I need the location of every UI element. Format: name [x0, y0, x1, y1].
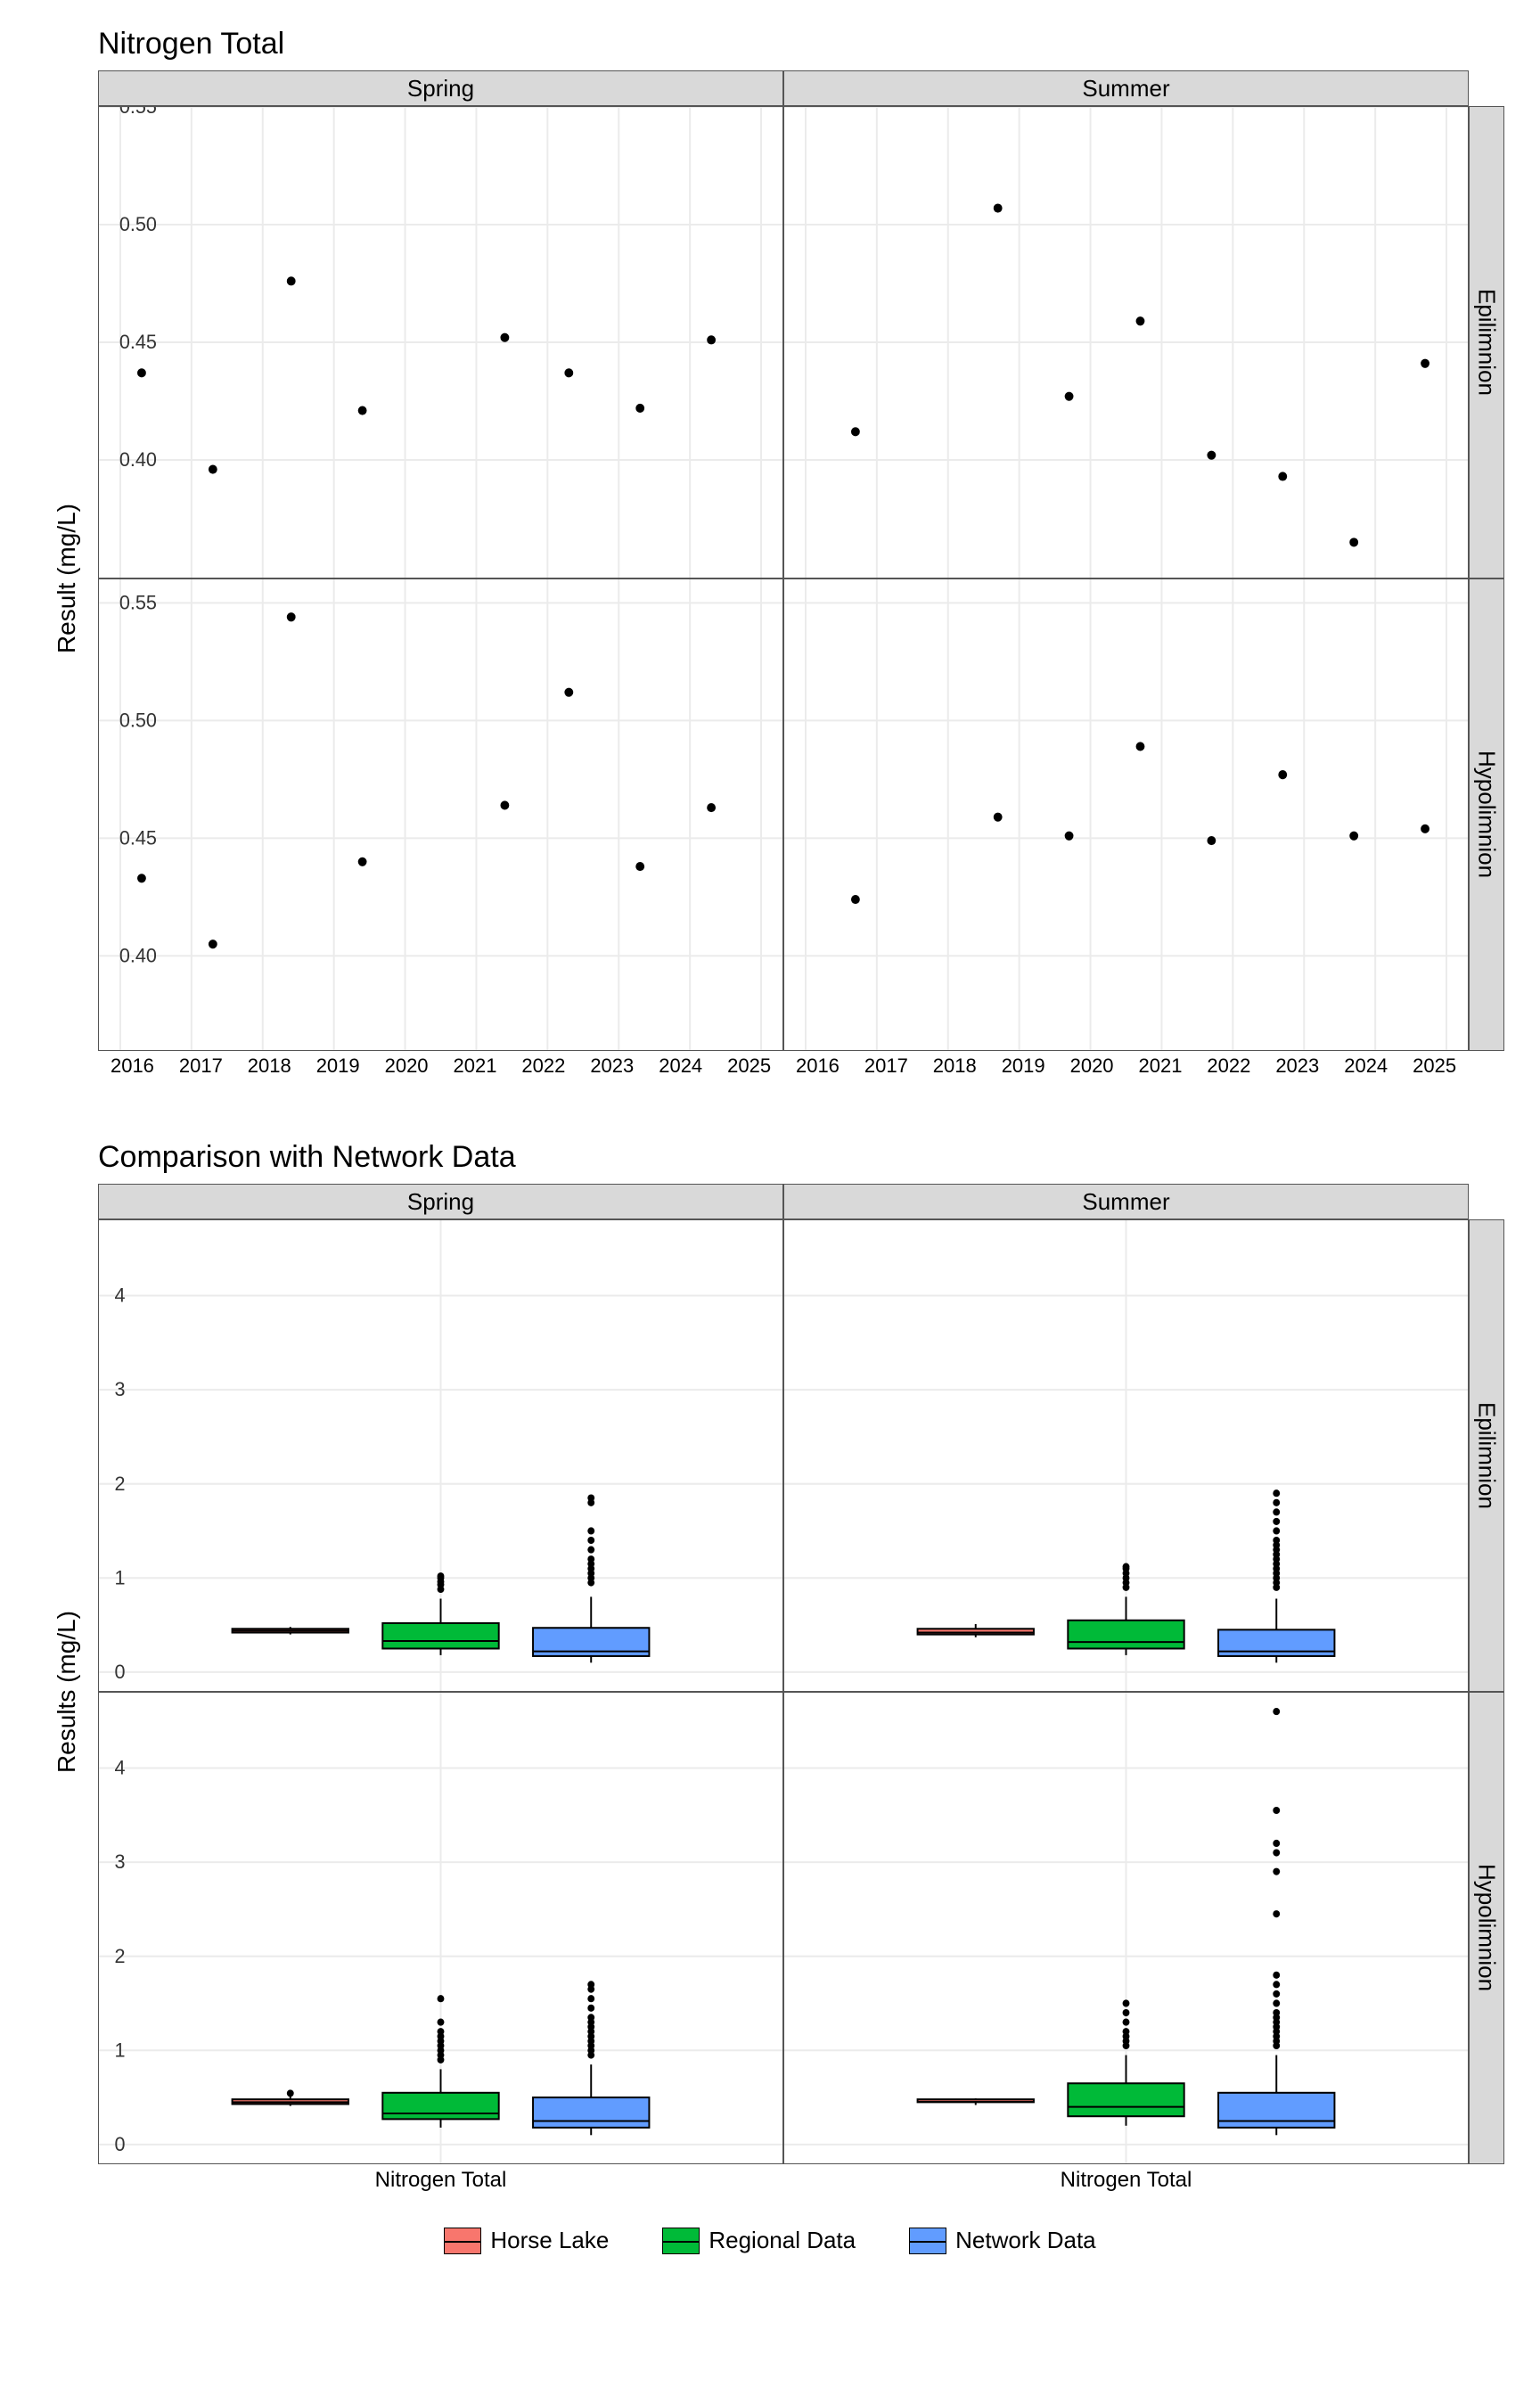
box-xaxis-spring: Nitrogen Total: [98, 2164, 783, 2200]
svg-text:1: 1: [114, 1566, 125, 1588]
legend-key-regional: Regional Data: [662, 2227, 856, 2254]
svg-text:0.50: 0.50: [119, 709, 157, 731]
box-col-strip-summer: Summer: [783, 1184, 1469, 1219]
svg-text:0.45: 0.45: [119, 826, 157, 849]
box-facet-grid: Spring Summer Results (mg/L) 0 1 2 3 4 Epili…: [36, 1184, 1504, 2200]
svg-text:0.40: 0.40: [119, 448, 157, 471]
legend-label-horse-lake: Horse Lake: [490, 2227, 609, 2254]
scatter-xaxis-summer: 2016201720182019202020212022202320242025: [783, 1051, 1469, 1087]
scatter-panel-summer-hypo: [783, 578, 1469, 1051]
legend-swatch-horse-lake: [444, 2228, 481, 2254]
legend-swatch-network: [909, 2228, 946, 2254]
scatter-xaxis-spring: 2016201720182019202020212022202320242025: [98, 1051, 783, 1087]
box-row-strip-hypo: Hypolimnion: [1469, 1692, 1504, 2164]
svg-text:3: 3: [114, 1378, 125, 1400]
box-panel-spring-epi: 0 1 2 3 4: [98, 1219, 783, 1692]
box-panel-summer-hypo: [783, 1692, 1469, 2164]
svg-text:4: 4: [114, 1284, 125, 1306]
svg-text:0.55: 0.55: [119, 591, 157, 613]
svg-text:0.40: 0.40: [119, 944, 157, 966]
scatter-panel-spring-hypo: 0.40 0.45 0.50 0.55: [98, 578, 783, 1051]
box-xaxis-summer: Nitrogen Total: [783, 2164, 1469, 2200]
svg-text:2: 2: [114, 1944, 125, 1966]
svg-text:4: 4: [114, 1756, 125, 1778]
box-col-strip-spring: Spring: [98, 1184, 783, 1219]
box-panel-summer-epi: [783, 1219, 1469, 1692]
box-panel-spring-hypo: 0 1 2 3 4: [98, 1692, 783, 2164]
box-yaxis-label: Results (mg/L): [53, 1611, 81, 1773]
scatter-panel-spring-epi: 0.40 0.45 0.50 0.55: [98, 106, 783, 578]
scatter-panel-summer-epi: [783, 106, 1469, 578]
box-title: Comparison with Network Data: [98, 1140, 1504, 1175]
legend-swatch-regional: [662, 2228, 700, 2254]
col-strip-spring: Spring: [98, 70, 783, 106]
svg-text:0.50: 0.50: [119, 213, 157, 235]
svg-text:3: 3: [114, 1850, 125, 1873]
legend-key-network: Network Data: [909, 2227, 1096, 2254]
legend-label-network: Network Data: [955, 2227, 1096, 2254]
svg-text:1: 1: [114, 2039, 125, 2061]
svg-text:0: 0: [114, 2133, 125, 2155]
svg-text:0: 0: [114, 1661, 125, 1683]
col-strip-summer: Summer: [783, 70, 1469, 106]
legend-key-horse-lake: Horse Lake: [444, 2227, 609, 2254]
scatter-facet-grid: Spring Summer Result (mg/L) 0.40 0.45 0.50…: [36, 70, 1504, 1087]
svg-text:2: 2: [114, 1472, 125, 1494]
scatter-title: Nitrogen Total: [98, 27, 1504, 62]
row-strip-epi: Epilimnion: [1469, 106, 1504, 578]
row-strip-hypo: Hypolimnion: [1469, 578, 1504, 1051]
legend: Horse Lake Regional Data Network Data: [36, 2227, 1504, 2254]
legend-label-regional: Regional Data: [709, 2227, 856, 2254]
scatter-yaxis-label: Result (mg/L): [53, 504, 81, 653]
svg-text:0.45: 0.45: [119, 331, 157, 353]
box-row-strip-epi: Epilimnion: [1469, 1219, 1504, 1692]
svg-text:0.55: 0.55: [119, 107, 157, 118]
